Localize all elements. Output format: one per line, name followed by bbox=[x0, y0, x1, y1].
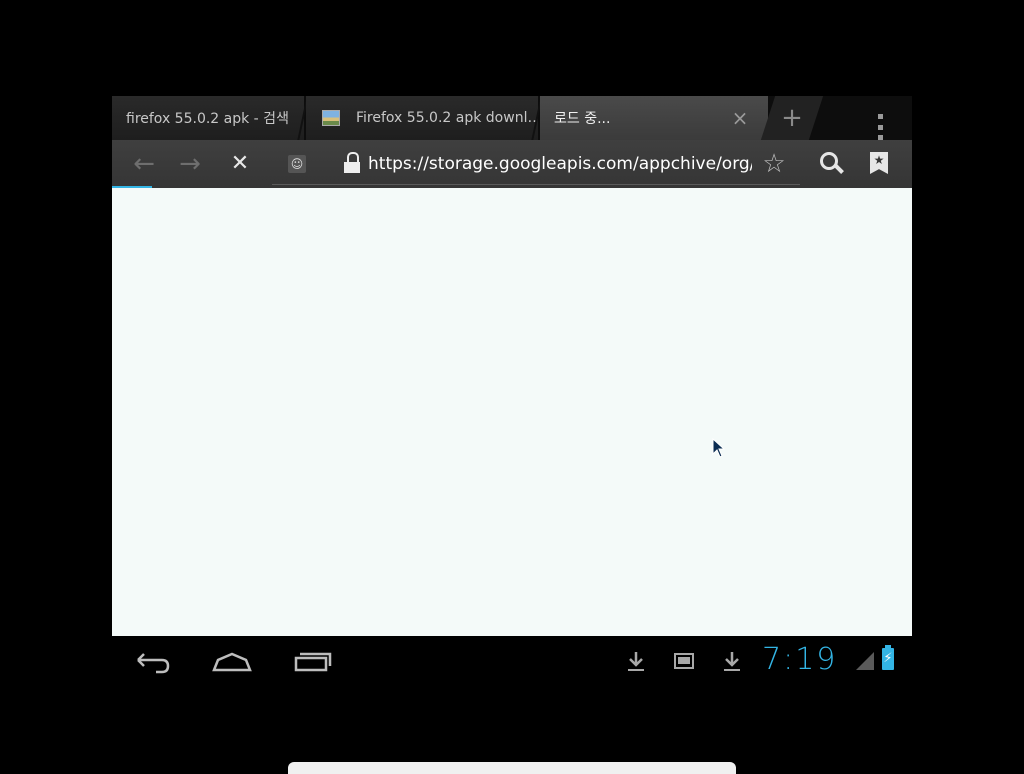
url-text[interactable]: https://storage.googleapis.com/appchive/… bbox=[368, 152, 752, 176]
system-navigation-bar: 7:19 ⚡ bbox=[112, 636, 912, 688]
home-nav-icon[interactable] bbox=[210, 646, 254, 676]
tab-title: Firefox 55.0.2 apk downl… bbox=[356, 110, 538, 126]
back-button[interactable]: ← bbox=[128, 148, 160, 180]
screenshot-notification-icon[interactable] bbox=[672, 648, 696, 674]
web-page-content[interactable] bbox=[112, 188, 912, 636]
bookmarks-icon[interactable]: ★ bbox=[870, 152, 888, 174]
tab-loading[interactable]: 로드 중... × bbox=[540, 96, 768, 140]
tab-search[interactable]: firefox 55.0.2 apk - 검색 bbox=[112, 96, 304, 140]
overflow-menu-icon[interactable] bbox=[874, 114, 886, 140]
tab-strip: firefox 55.0.2 apk - 검색 Firefox 55.0.2 a… bbox=[112, 96, 912, 140]
recent-apps-nav-icon[interactable] bbox=[290, 646, 334, 676]
browser-window: firefox 55.0.2 apk - 검색 Firefox 55.0.2 a… bbox=[112, 84, 912, 688]
tab-firefox-download[interactable]: Firefox 55.0.2 apk downl… bbox=[306, 96, 538, 140]
download-notification-icon[interactable] bbox=[624, 648, 648, 674]
download-notification-icon[interactable] bbox=[720, 648, 744, 674]
bookmark-star-icon[interactable]: ☆ bbox=[760, 148, 788, 180]
stop-loading-button[interactable]: ✕ bbox=[224, 148, 256, 180]
screen-edge-handle bbox=[288, 762, 736, 774]
tab-close-icon[interactable]: × bbox=[730, 108, 750, 128]
mouse-pointer-icon bbox=[712, 438, 726, 458]
signal-strength-icon bbox=[856, 652, 874, 670]
tab-title: firefox 55.0.2 apk - 검색 bbox=[126, 111, 289, 127]
site-globe-icon: ☺ bbox=[288, 155, 306, 173]
search-icon[interactable] bbox=[818, 150, 846, 178]
navigation-toolbar: ← → ✕ ☺ https://storage.googleapis.com/a… bbox=[112, 140, 912, 188]
unlocked-padlock-icon bbox=[344, 152, 360, 174]
plus-icon[interactable]: + bbox=[780, 103, 804, 133]
status-clock[interactable]: 7:19 bbox=[762, 642, 852, 678]
forward-button[interactable]: → bbox=[174, 148, 206, 180]
image-favicon-icon bbox=[322, 110, 340, 126]
back-nav-icon[interactable] bbox=[132, 646, 176, 676]
battery-charging-icon: ⚡ bbox=[882, 645, 894, 670]
tab-title: 로드 중... bbox=[554, 111, 611, 127]
